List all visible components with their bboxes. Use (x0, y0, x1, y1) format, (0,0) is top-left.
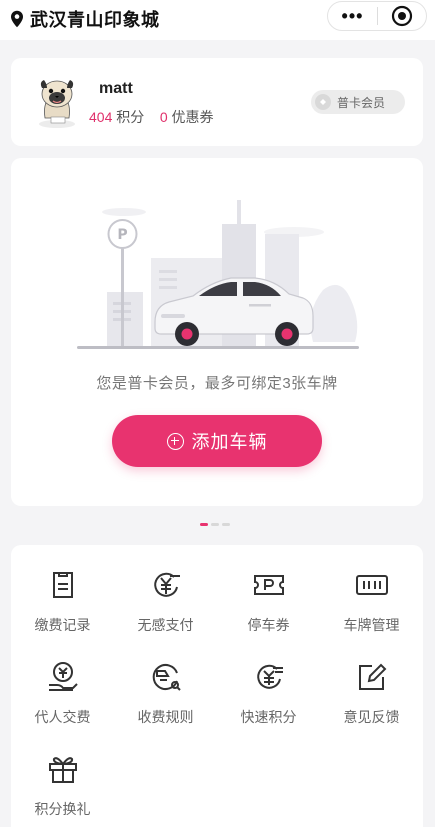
menu-item-fee-rules[interactable]: 收费规则 (114, 659, 217, 751)
quick-points-icon (251, 659, 287, 695)
carousel-indicator (200, 523, 230, 526)
menu-item-parking-coupon[interactable]: 停车券 (217, 567, 320, 659)
menu-item-label: 代人交费 (34, 709, 91, 725)
close-mini-program-icon[interactable] (378, 5, 426, 27)
coupons-value[interactable]: 0 (160, 109, 168, 125)
parking-ticket-icon (251, 567, 287, 603)
binding-hint: 您是普卡会员，最多可绑定3张车牌 (96, 375, 338, 392)
menu-item-plate-management[interactable]: 车牌管理 (320, 567, 423, 659)
avatar[interactable] (31, 74, 83, 130)
location-selector[interactable]: 武汉青山印象城 (10, 6, 160, 32)
carousel-dot[interactable] (222, 523, 230, 526)
menu-item-label: 收费规则 (137, 709, 194, 725)
menu-item-pay-for-others[interactable]: 代人交费 (11, 659, 114, 751)
yuan-pay-icon (148, 567, 184, 603)
menu-item-payment-records[interactable]: 缴费记录 (11, 567, 114, 659)
menu-item-feedback[interactable]: 意见反馈 (320, 659, 423, 751)
menu-item-label: 停车券 (247, 617, 290, 633)
mini-program-capsule: ••• (327, 1, 427, 31)
menu-item-quick-points[interactable]: 快速积分 (217, 659, 320, 751)
feature-grid: 缴费记录 无感支付 停车券 车牌管理 代人交费 收费规则 快速积分 意见反馈 积… (11, 567, 423, 827)
license-plate-icon (354, 567, 390, 603)
feedback-icon (354, 659, 390, 695)
menu-item-points-gifts[interactable]: 积分换礼 (11, 751, 114, 827)
feature-menu-card: 缴费记录 无感支付 停车券 车牌管理 代人交费 收费规则 快速积分 意见反馈 积… (11, 545, 423, 827)
svg-text:P: P (117, 227, 127, 243)
user-stats: 404 积分 0 优惠券 (89, 107, 214, 127)
carousel-dot-active[interactable] (200, 523, 208, 526)
membership-badge[interactable]: 普卡会员 (311, 90, 405, 114)
plus-circle-icon (166, 432, 184, 450)
user-name: matt (99, 80, 133, 97)
points-label: 积分 (116, 109, 145, 125)
more-menu-icon[interactable]: ••• (328, 1, 377, 31)
fee-rules-icon (148, 659, 184, 695)
parking-illustration: P (77, 200, 359, 349)
menu-item-label: 快速积分 (240, 709, 297, 725)
user-info-card: matt 404 积分 0 优惠券 普卡会员 (11, 58, 423, 146)
top-bar: 武汉青山印象城 ••• (0, 0, 435, 40)
receipt-icon (45, 567, 81, 603)
location-name: 武汉青山印象城 (30, 10, 160, 30)
menu-item-contactless-pay[interactable]: 无感支付 (114, 567, 217, 659)
points-value[interactable]: 404 (89, 109, 112, 125)
menu-item-label: 意见反馈 (343, 709, 400, 725)
gift-icon (45, 751, 81, 787)
vehicle-binding-card: P 您是普卡会员，最多可绑定3张车牌 添加车辆 (11, 158, 423, 506)
carousel-dot[interactable] (211, 523, 219, 526)
location-pin-icon (11, 10, 23, 28)
add-vehicle-label: 添加车辆 (191, 432, 268, 452)
membership-level: 普卡会员 (337, 95, 386, 110)
pay-for-others-icon (45, 659, 81, 695)
coupons-label: 优惠券 (171, 109, 214, 125)
menu-item-label: 积分换礼 (34, 801, 91, 817)
member-card-icon (315, 94, 331, 110)
menu-item-label: 缴费记录 (34, 617, 91, 633)
add-vehicle-button[interactable]: 添加车辆 (112, 415, 322, 467)
menu-item-label: 车牌管理 (343, 617, 400, 633)
menu-item-label: 无感支付 (137, 617, 194, 633)
